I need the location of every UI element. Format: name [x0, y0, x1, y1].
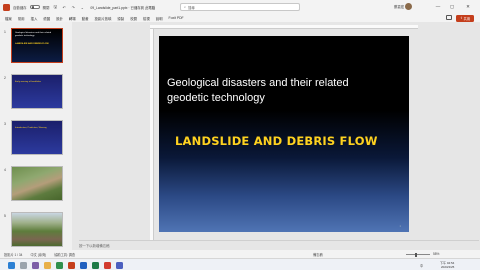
slide-counter: 投影片 1 / 34 — [4, 252, 23, 257]
powerpoint-taskbar-icon[interactable] — [68, 261, 75, 269]
thumbnail-number: 4 — [4, 168, 6, 172]
thumbnail-row[interactable]: 3 Introduction, Prediction, Warning — [0, 120, 72, 162]
search-placeholder: 搜尋 — [188, 5, 195, 10]
tab-foxit-pdf[interactable]: Foxit PDF — [169, 16, 184, 20]
task-view-icon[interactable] — [32, 261, 39, 269]
thumbnail-title: Early warning of landslides — [15, 81, 42, 83]
notes-pane[interactable]: 按一下以新增備忘稿 — [79, 240, 479, 250]
search-box[interactable]: ⌕ 搜尋 — [180, 3, 300, 11]
tab-view[interactable]: 檢視 — [143, 16, 150, 21]
word-taskbar-icon[interactable] — [80, 261, 87, 269]
tab-insert[interactable]: 插入 — [31, 16, 38, 21]
save-icon[interactable]: 🖫 — [52, 4, 58, 11]
autosave-state: 關閉 — [42, 5, 50, 10]
user-name[interactable]: 蔡嘉宏 — [394, 4, 404, 9]
chrome-icon[interactable] — [104, 261, 111, 269]
thumbnail-row[interactable]: 5 — [0, 212, 72, 254]
browser-icon[interactable] — [56, 261, 63, 269]
notes-placeholder: 按一下以新增備忘稿 — [79, 243, 110, 248]
tab-draw[interactable]: 繪圖 — [43, 16, 50, 21]
tab-record[interactable]: 錄製 — [117, 16, 124, 21]
thumbnail-number: 2 — [4, 76, 6, 80]
thumbnail-row[interactable]: 2 Early warning of landslides — [0, 74, 72, 116]
share-button[interactable]: ⇪ 共用 — [456, 14, 474, 22]
notes-button[interactable]: 備忘稿 — [313, 252, 323, 257]
clock-date: 2023/4/25 — [440, 264, 455, 269]
search-taskbar-icon[interactable] — [20, 261, 27, 269]
tab-review[interactable]: 校閱 — [130, 16, 137, 21]
powerpoint-app-icon — [3, 3, 10, 11]
windows-taskbar: 中 下午 04:54 2023/4/25 — [0, 258, 480, 270]
close-button[interactable]: ✕ — [462, 2, 474, 12]
thumbnail-number: 3 — [4, 122, 6, 126]
horizontal-ruler[interactable] — [150, 25, 418, 29]
input-language[interactable]: 中 — [420, 263, 423, 268]
tab-help[interactable]: 說明 — [156, 16, 163, 21]
excel-taskbar-icon[interactable] — [92, 261, 99, 269]
share-label: 共用 — [463, 16, 471, 21]
document-filename: 09_Landslide_part1.pptx · 已儲存到 此電腦 — [90, 5, 156, 10]
user-avatar[interactable] — [405, 3, 412, 10]
slide-thumbnail-photo[interactable] — [11, 166, 63, 201]
thumbnail-row[interactable]: 4 — [0, 166, 72, 208]
start-icon[interactable] — [8, 261, 15, 269]
tab-animations[interactable]: 動畫 — [82, 16, 89, 21]
vertical-ruler[interactable] — [150, 29, 154, 243]
slide-subtitle[interactable]: LANDSLIDE AND DEBRIS FLOW — [175, 134, 378, 148]
thumbnail-number: 1 — [4, 30, 6, 34]
file-explorer-icon[interactable] — [44, 261, 51, 269]
thumbnail-title: Geological disasters and their related g… — [15, 32, 52, 37]
thumbnail-subtitle: LANDSLIDE AND DEBRIS FLOW — [15, 43, 49, 45]
language-indicator[interactable]: 中文 (臺灣) — [30, 252, 46, 257]
ribbon-tabs: 檔案 常用 插入 繪圖 設計 轉場 動畫 投影片放映 錄製 校閱 檢視 說明 F… — [0, 14, 480, 22]
redo-icon[interactable]: ↷ — [70, 5, 76, 10]
maximize-button[interactable]: ▢ — [446, 2, 458, 12]
editor-workspace: 1 Geological disasters and their related… — [0, 22, 480, 258]
comments-icon[interactable] — [446, 15, 452, 20]
share-icon: ⇪ — [459, 16, 463, 20]
zoom-slider-thumb[interactable] — [415, 252, 417, 257]
slide-canvas[interactable]: Geological disasters and their related g… — [159, 36, 409, 232]
slide-thumbnail[interactable]: Introduction, Prediction, Warning — [11, 120, 63, 155]
clock-time: 下午 04:54 — [440, 260, 455, 265]
customize-toolbar-icon[interactable]: ⌄ — [79, 5, 85, 10]
accessibility-status[interactable]: 協助工具: 調查 — [54, 252, 75, 257]
tab-design[interactable]: 設計 — [56, 16, 63, 21]
teams-icon[interactable] — [116, 261, 123, 269]
slide-thumbnail-photo[interactable] — [11, 212, 63, 247]
thumbnail-number: 5 — [4, 214, 6, 218]
zoom-slider[interactable] — [406, 254, 430, 255]
tab-transitions[interactable]: 轉場 — [69, 16, 76, 21]
slide-thumbnail[interactable]: Geological disasters and their related g… — [11, 28, 63, 63]
tab-file[interactable]: 檔案 — [5, 16, 12, 21]
slide-page-number: 1 — [399, 224, 401, 228]
minimize-button[interactable]: — — [432, 2, 444, 12]
autosave-toggle[interactable] — [29, 4, 40, 10]
autosave-label: 自動儲存 — [13, 5, 27, 10]
slide-thumbnail-pane[interactable]: 1 Geological disasters and their related… — [0, 22, 72, 258]
search-icon: ⌕ — [184, 5, 187, 9]
zoom-level[interactable]: 58% — [433, 252, 439, 256]
slide-title[interactable]: Geological disasters and their related g… — [167, 76, 387, 106]
tab-slideshow[interactable]: 投影片放映 — [94, 16, 111, 21]
thumbnail-row[interactable]: 1 Geological disasters and their related… — [0, 28, 72, 70]
tab-home[interactable]: 常用 — [18, 16, 25, 21]
slide-thumbnail[interactable]: Early warning of landslides — [11, 74, 63, 109]
undo-icon[interactable]: ↶ — [61, 5, 67, 10]
system-clock[interactable]: 下午 04:54 2023/4/25 — [440, 261, 454, 269]
thumbnail-title: Introduction, Prediction, Warning — [15, 127, 47, 129]
